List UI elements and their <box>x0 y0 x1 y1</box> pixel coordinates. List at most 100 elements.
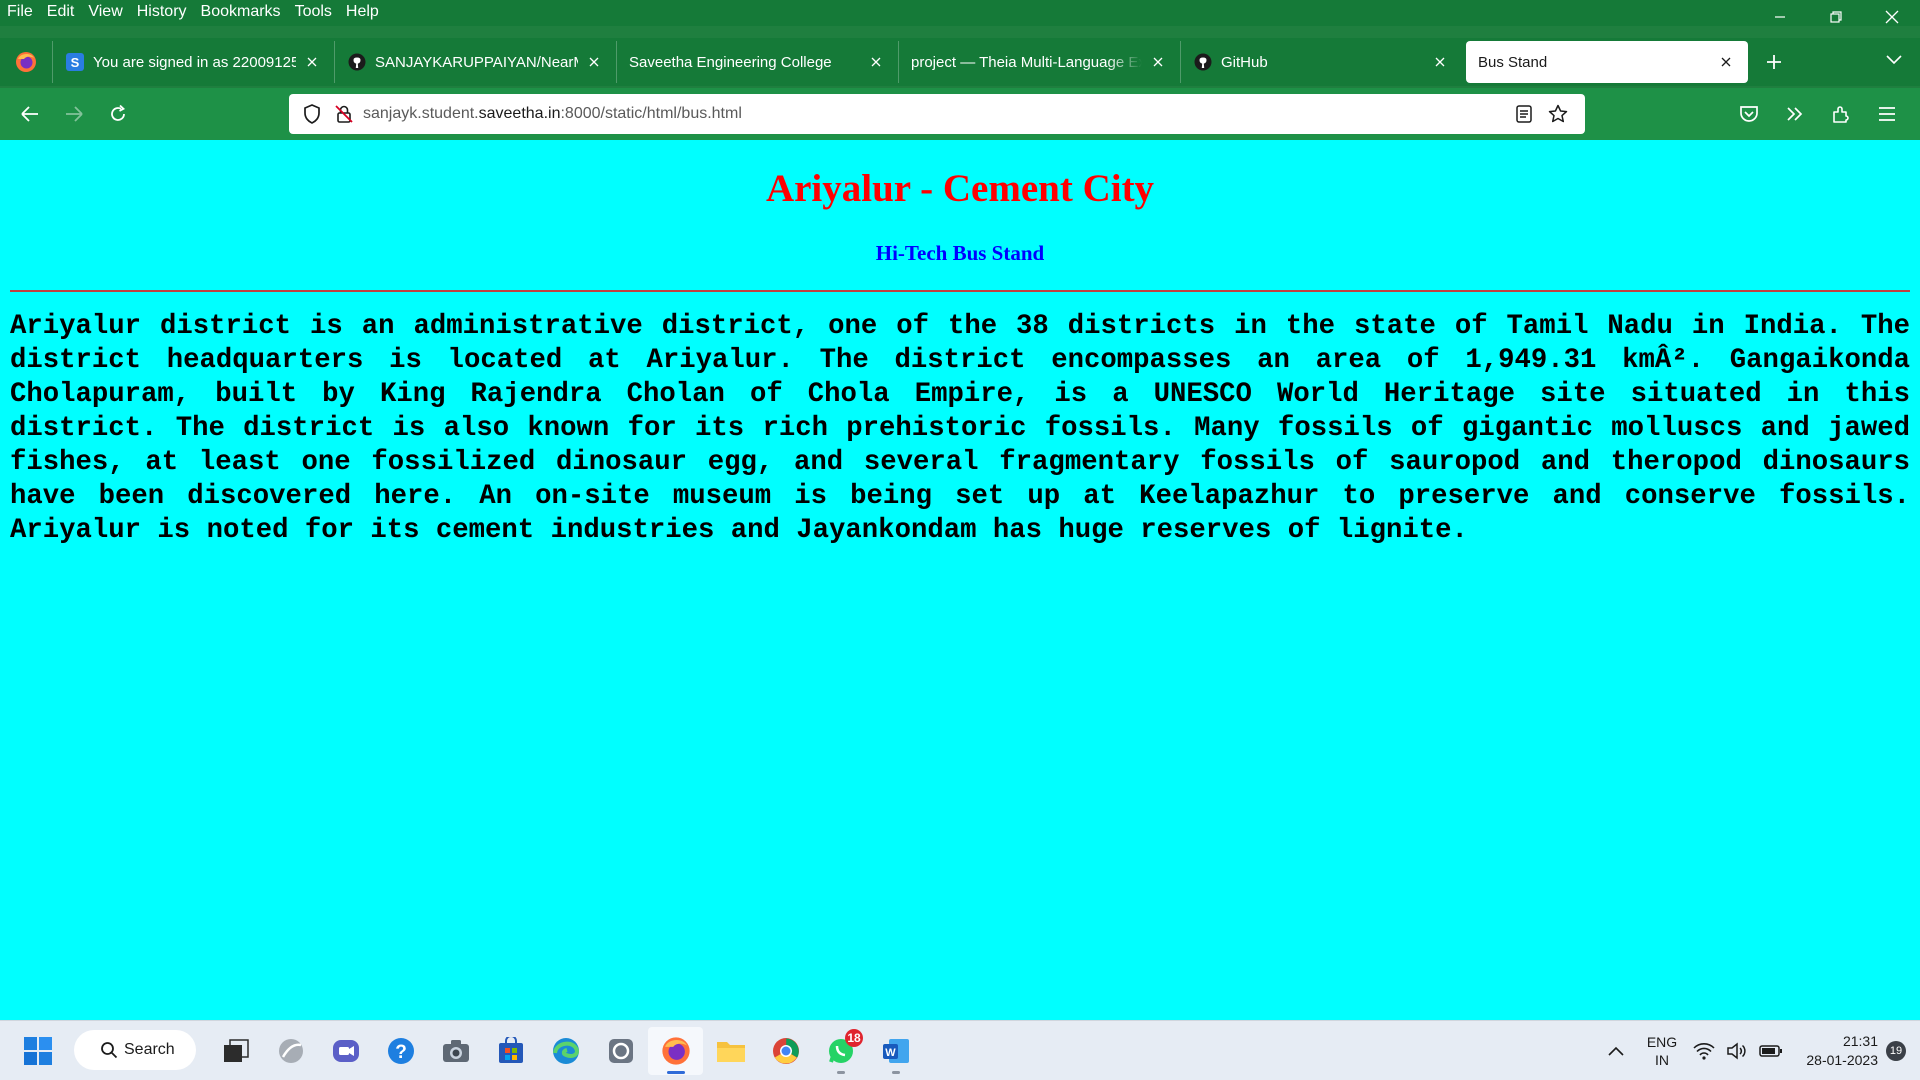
taskbar-dev-app[interactable] <box>593 1027 648 1075</box>
github-icon <box>347 52 367 72</box>
tab-title: SANJAYKARUPPAIYAN/NearMe <box>375 53 578 71</box>
tab-signed-in[interactable]: S You are signed in as 22009125 <box>52 41 334 83</box>
network-sound-battery[interactable] <box>1688 1031 1788 1071</box>
arrow-right-icon <box>66 106 83 122</box>
firefox-icon <box>661 1037 690 1065</box>
notification-badge: 18 <box>845 1029 863 1047</box>
list-all-tabs-button[interactable] <box>1882 48 1906 72</box>
wifi-icon <box>1693 1043 1715 1060</box>
tab-github-repo[interactable]: SANJAYKARUPPAIYAN/NearMe <box>334 41 616 83</box>
menu-bar: File Edit View History Bookmarks Tools H… <box>0 0 1920 26</box>
word-icon: W <box>882 1039 909 1063</box>
tab-close-icon[interactable] <box>1148 52 1168 72</box>
clock-time: 21:31 <box>1842 1033 1878 1049</box>
volume-icon <box>1727 1042 1746 1060</box>
app-menu-button[interactable] <box>1864 94 1910 134</box>
notification-count: 19 <box>1889 1045 1903 1057</box>
taskbar-chrome-app[interactable] <box>758 1027 813 1075</box>
pocket-button[interactable] <box>1726 94 1772 134</box>
tab-strip: S You are signed in as 22009125 SANJAYKA… <box>0 38 1920 86</box>
system-tray: ENG IN 21:31 28-01-2023 19 <box>1596 1021 1920 1080</box>
restore-button[interactable] <box>1808 0 1864 34</box>
chevron-down-icon <box>1886 55 1902 65</box>
svg-text:S: S <box>71 55 80 70</box>
region-code: IN <box>1655 1052 1669 1068</box>
start-button[interactable] <box>22 1035 54 1067</box>
svg-text:?: ? <box>395 1042 407 1063</box>
tab-title: Saveetha Engineering College <box>629 53 832 71</box>
hamburger-menu-icon <box>1879 107 1895 121</box>
new-tab-button[interactable] <box>1748 41 1800 83</box>
close-icon <box>1885 10 1899 24</box>
tab-title: Bus Stand <box>1478 53 1548 71</box>
tab-theia-project[interactable]: project — Theia Multi-Language Ex <box>898 41 1180 83</box>
taskbar-explorer-app[interactable] <box>703 1027 758 1075</box>
reader-view-button[interactable] <box>1507 97 1541 131</box>
taskbar-apps: ? 18 W <box>208 1027 923 1075</box>
menu-edit[interactable]: Edit <box>40 0 82 26</box>
menu-view[interactable]: View <box>81 0 129 26</box>
url-bar[interactable]: sanjayk.student.saveetha.in:8000/static/… <box>289 94 1585 134</box>
widget-icon <box>278 1039 303 1063</box>
reload-icon <box>111 104 126 121</box>
taskbar-firefox-app[interactable] <box>648 1027 703 1075</box>
plus-icon <box>1767 55 1781 69</box>
s-icon: S <box>65 52 85 72</box>
shield-icon[interactable] <box>299 101 325 127</box>
task-view-button[interactable] <box>208 1027 263 1075</box>
close-window-button[interactable] <box>1864 0 1920 34</box>
menu-file[interactable]: File <box>0 0 40 26</box>
minimize-button[interactable] <box>1752 0 1808 34</box>
extensions-button[interactable] <box>1818 94 1864 134</box>
reload-button[interactable] <box>96 94 140 134</box>
taskbar-widget-app[interactable] <box>263 1027 318 1075</box>
tab-close-icon[interactable] <box>584 52 604 72</box>
url-text[interactable]: sanjayk.student.saveetha.in:8000/static/… <box>363 105 1507 123</box>
help-icon: ? <box>387 1038 414 1064</box>
app-generic-icon <box>608 1039 633 1063</box>
menu-tools[interactable]: Tools <box>288 0 339 26</box>
tab-saveetha[interactable]: Saveetha Engineering College <box>616 41 898 83</box>
arrow-left-icon <box>21 106 38 122</box>
firefox-view-button[interactable] <box>0 38 52 86</box>
clock[interactable]: 21:31 28-01-2023 <box>1788 1032 1878 1070</box>
forward-button[interactable] <box>52 94 96 134</box>
language-code: ENG <box>1646 1034 1678 1050</box>
notification-center-button[interactable]: 19 <box>1886 1041 1906 1061</box>
language-indicator[interactable]: ENG IN <box>1636 1033 1688 1069</box>
tab-close-icon[interactable] <box>866 52 886 72</box>
tab-title: GitHub <box>1221 53 1268 71</box>
menu-help[interactable]: Help <box>339 0 386 26</box>
taskbar-word-app[interactable]: W <box>868 1027 923 1075</box>
taskbar-store-app[interactable] <box>483 1027 538 1075</box>
url-prefix: sanjayk.student. <box>363 105 479 122</box>
tab-github[interactable]: GitHub <box>1180 41 1462 83</box>
camera-icon <box>442 1040 469 1062</box>
task-view-icon <box>223 1039 249 1062</box>
overflow-toolbar-button[interactable] <box>1772 94 1818 134</box>
taskbar-camera-app[interactable] <box>428 1027 483 1075</box>
active-indicator <box>666 1071 685 1074</box>
window-controls <box>1752 0 1920 34</box>
insecure-lock-icon[interactable] <box>331 101 357 127</box>
menu-bookmarks[interactable]: Bookmarks <box>194 0 288 26</box>
tab-close-icon[interactable] <box>1430 52 1450 72</box>
taskbar-help-app[interactable]: ? <box>373 1027 428 1075</box>
menu-history[interactable]: History <box>130 0 194 26</box>
running-indicator <box>891 1071 900 1074</box>
taskbar-whatsapp-app[interactable]: 18 <box>813 1027 868 1075</box>
taskbar-search[interactable]: Search <box>74 1030 196 1070</box>
taskbar-teams-app[interactable] <box>318 1027 373 1075</box>
chevron-up-icon <box>1608 1046 1624 1056</box>
bookmark-star-button[interactable] <box>1541 97 1575 131</box>
chrome-icon <box>772 1038 799 1064</box>
back-button[interactable] <box>8 94 52 134</box>
double-chevron-right-icon <box>1787 107 1803 121</box>
divider <box>10 290 1910 292</box>
tab-close-icon[interactable] <box>1716 52 1736 72</box>
tab-close-icon[interactable] <box>302 52 322 72</box>
tab-bus-stand[interactable]: Bus Stand <box>1466 41 1748 83</box>
folder-icon <box>716 1042 745 1062</box>
show-hidden-icons-button[interactable] <box>1596 1031 1636 1071</box>
taskbar-edge-app[interactable] <box>538 1027 593 1075</box>
